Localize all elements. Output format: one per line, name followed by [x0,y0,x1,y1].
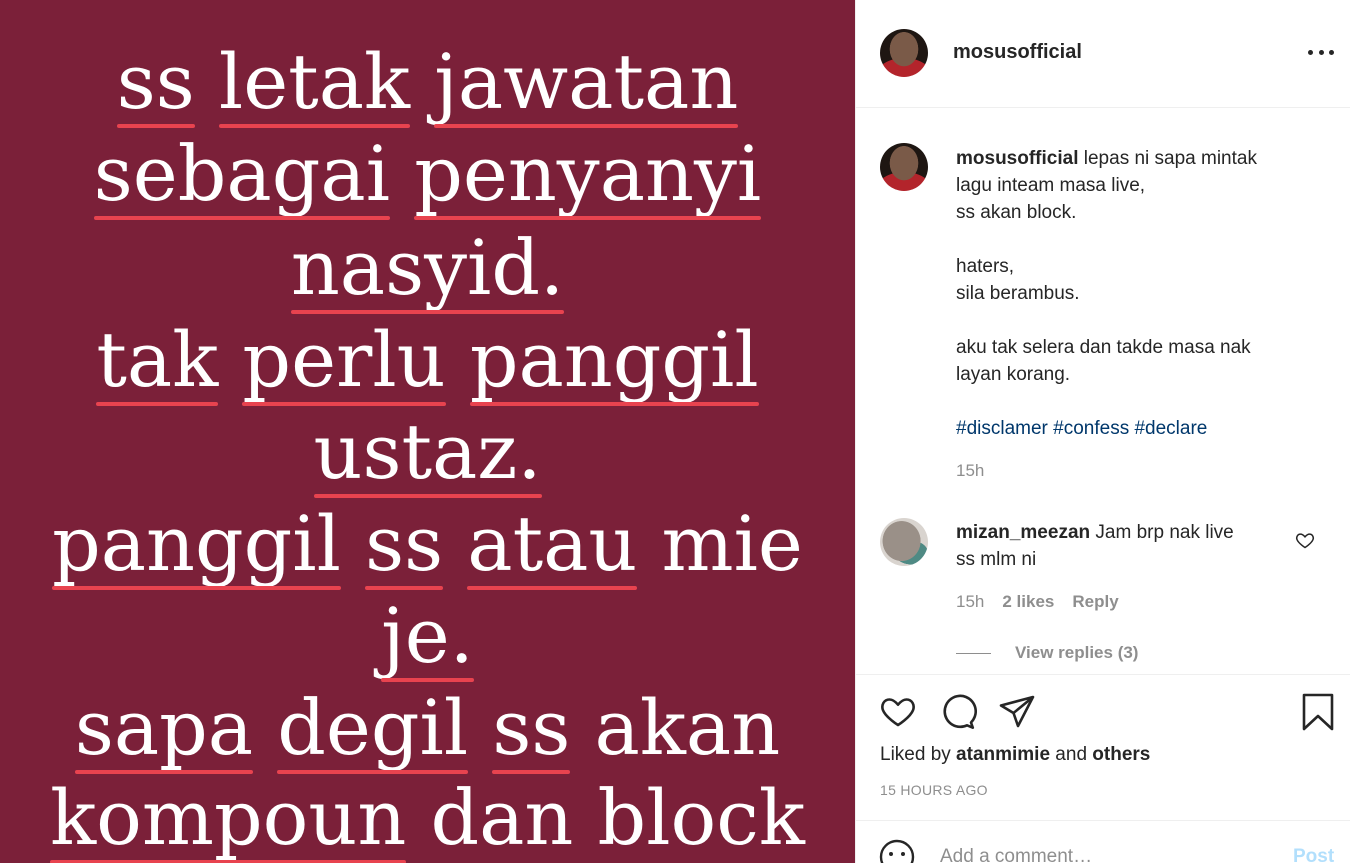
post-image-line-8: sapa degil ss akan [0,683,855,774]
liked-by-text: Liked by atanmimie and others [880,744,1150,766]
comment-likes[interactable]: 2 likes [1002,592,1054,612]
actions-divider [856,674,1350,675]
post-image-line-3: nasyid. [0,223,855,314]
owner-avatar[interactable] [880,29,928,77]
liked-by-middle: and [1050,744,1093,765]
comment-icon[interactable] [938,692,978,732]
post-image-line-9: kompoun dan block [0,773,855,863]
post-timestamp[interactable]: 15 HOURS AGO [880,782,988,798]
header-username[interactable]: mosusofficial [953,41,1082,64]
image-word: sapa [74,683,254,774]
comment-username[interactable]: mizan_meezan [956,522,1090,543]
image-word: ss [365,499,444,590]
image-word: ustaz. [313,407,542,498]
image-word: atau [467,499,638,590]
image-word: je. [381,591,474,682]
image-word: dan [430,773,574,862]
caption-line: lagu inteam masa live, [956,175,1146,196]
image-word: block [597,773,805,862]
caption-text: mosusofficial lepas ni sapa mintak lagu … [956,145,1316,442]
image-word: jawatan [434,37,739,128]
commenter-avatar[interactable] [880,518,928,566]
comment-body: Jam brp nak live [1095,522,1234,543]
post-image[interactable]: ss letak jawatan sebagai penyanyi nasyid… [0,0,855,863]
paper-plane-icon[interactable] [997,692,1037,732]
image-word: degil [277,683,469,774]
liked-by-others[interactable]: others [1092,744,1150,765]
caption-line: lepas ni sapa mintak [1083,148,1257,169]
post-image-line-2: sebagai penyanyi [0,129,855,220]
comment-body: ss mlm ni [956,549,1037,570]
caption-avatar[interactable] [880,143,928,191]
caption-line: haters, [956,256,1015,277]
post-image-line-7: je. [0,591,855,682]
image-word: panggil [469,315,759,406]
bookmark-icon[interactable] [1298,692,1338,732]
caption-username[interactable]: mosusofficial [956,148,1078,169]
more-horizontal-icon[interactable] [1308,42,1334,62]
post-image-line-6: panggil ss atau mie [0,499,855,590]
emoji-icon[interactable] [878,838,916,863]
image-word: ss [492,683,571,774]
image-word: penyanyi [414,129,762,220]
liked-by-user[interactable]: atanmimie [956,744,1050,765]
comment-box-divider [856,820,1350,821]
post-image-line-5: ustaz. [0,407,855,498]
caption-line: layan korang. [956,364,1071,385]
image-word: panggil [52,499,341,590]
post-image-line-4: tak perlu panggil [0,315,855,406]
view-replies-label: View replies (3) [1015,643,1139,662]
comment-text: mizan_meezan Jam brp nak live ss mlm ni [956,519,1286,573]
caption-hashtags[interactable]: #disclamer #confess #declare [956,418,1207,439]
image-word: sebagai [93,129,391,220]
caption-line: sila berambus. [956,283,1080,304]
image-word: ss [116,37,195,128]
header-divider [856,107,1350,108]
post-side-panel: mosusofficial mosusofficial lepas ni sap… [855,0,1350,863]
view-replies-button[interactable]: View replies (3) [956,643,1138,663]
caption-line: ss akan block. [956,202,1077,223]
post-image-line-1: ss letak jawatan [0,37,855,128]
liked-by-prefix: Liked by [880,744,957,765]
image-word: mie [661,499,803,588]
image-word: kompoun [50,773,407,863]
comment-time[interactable]: 15h [956,592,984,612]
comment-meta-row: 15h 2 likes Reply [956,592,1119,612]
caption-time[interactable]: 15h [956,461,984,481]
post-comment-button[interactable]: Post [1293,846,1334,863]
image-word: tak [96,315,219,406]
image-word: akan [594,683,781,772]
image-word: letak [218,37,411,128]
view-replies-line [956,652,991,654]
caption-line: aku tak selera dan takde masa nak [956,337,1251,358]
image-word: nasyid. [290,223,565,314]
comment-like-heart-icon[interactable] [1295,530,1315,550]
heart-icon[interactable] [878,692,918,732]
image-word: perlu [242,315,446,406]
reply-button[interactable]: Reply [1072,592,1118,612]
add-comment-input[interactable]: Add a comment… [940,846,1092,863]
